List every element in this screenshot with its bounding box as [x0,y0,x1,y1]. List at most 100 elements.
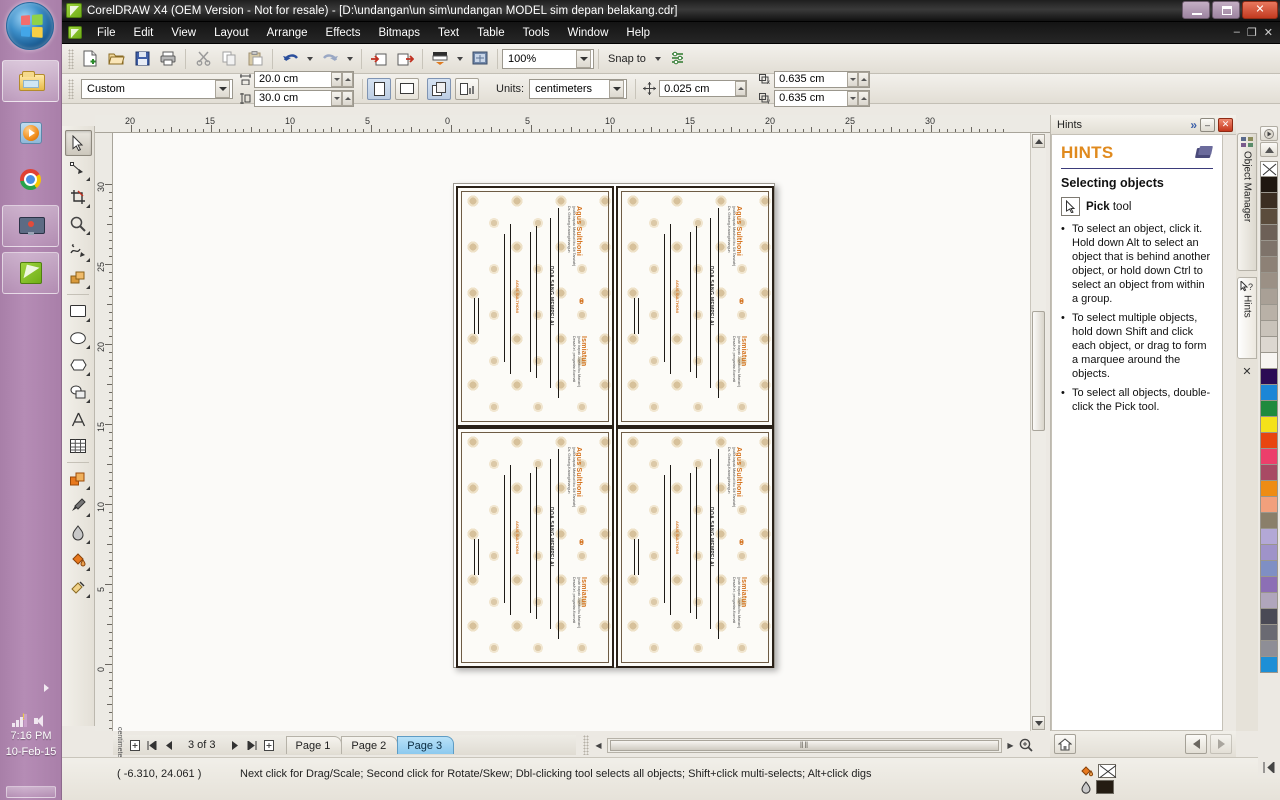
portrait-orientation-button[interactable] [367,77,391,100]
palette-swatch[interactable] [1260,433,1278,449]
palette-swatch[interactable] [1260,417,1278,433]
show-desktop-button[interactable] [6,786,56,798]
crop-tool[interactable] [65,184,92,210]
vertical-scroll-thumb[interactable] [1032,311,1045,431]
invitation-card-2[interactable]: Agus Sulthoni (putra bapak Mashuri/ibu S… [616,186,774,427]
palette-swatch[interactable] [1260,225,1278,241]
menu-table[interactable]: Table [468,24,514,42]
palette-expand-button[interactable] [1260,126,1278,141]
hscroll-track[interactable]: ‖‖ [607,737,1002,753]
palette-swatch[interactable] [1260,209,1278,225]
menu-arrange[interactable]: Arrange [258,24,317,42]
volume-speaker-icon[interactable] [34,714,50,728]
book-icon[interactable] [1196,146,1213,160]
palette-swatch[interactable] [1260,577,1278,593]
fill-tool[interactable] [65,547,92,573]
current-page-button[interactable] [455,77,479,100]
rectangle-tool[interactable] [65,298,92,324]
print-button[interactable] [155,47,181,71]
drawing-canvas[interactable]: Agus Sulthoni (putra bapak Mashuri/ibu S… [113,133,1038,731]
palette-swatch[interactable] [1260,561,1278,577]
document-restore-button[interactable]: ❐ [1247,26,1257,39]
page-tab-1[interactable]: Page 1 [285,736,343,754]
menu-file[interactable]: File [88,24,125,42]
nudge-up[interactable] [735,81,747,96]
docker-tab-object-manager[interactable]: Object Manager [1237,133,1257,271]
menu-tools[interactable]: Tools [514,24,559,42]
outline-tool[interactable] [65,520,92,546]
menu-view[interactable]: View [162,24,205,42]
units-dropdown-arrow[interactable] [609,79,625,98]
units-combo[interactable]: centimeters [529,78,628,99]
dup-x-up[interactable] [858,71,870,87]
text-tool[interactable] [65,406,92,432]
scroll-up-button[interactable] [1032,134,1045,148]
property-bar-grip[interactable] [68,78,74,99]
paper-type-dropdown-arrow[interactable] [215,79,230,98]
clock-date[interactable]: 10-Feb-15 [0,744,62,760]
palette-swatch[interactable] [1260,305,1278,321]
palette-swatch[interactable] [1260,513,1278,529]
palette-scroll-bottom[interactable] [1258,757,1280,777]
palette-swatch[interactable] [1260,385,1278,401]
new-document-button[interactable] [77,47,103,71]
menu-text[interactable]: Text [429,24,468,42]
ellipse-tool[interactable] [65,325,92,351]
palette-swatch[interactable] [1260,625,1278,641]
palette-swatch[interactable] [1260,401,1278,417]
canvas-vertical-scrollbar[interactable] [1030,133,1046,731]
document-page[interactable]: Agus Sulthoni (putra bapak Mashuri/ibu S… [453,183,775,668]
vertical-ruler[interactable]: 30 25 20 15 10 5 0 centimeters [95,133,113,731]
palette-swatch[interactable] [1260,353,1278,369]
next-page-button[interactable] [228,738,243,753]
scroll-right-button[interactable]: ▶ [1004,738,1017,753]
menu-bitmaps[interactable]: Bitmaps [369,24,429,42]
palette-swatch[interactable] [1260,593,1278,609]
docker-expand-icon[interactable]: » [1190,118,1197,132]
palette-swatch[interactable] [1260,257,1278,273]
freehand-tool[interactable] [65,238,92,264]
page-height-down[interactable] [331,90,342,106]
docker-tab-hints[interactable]: ? Hints [1237,277,1257,359]
page-width-up[interactable] [342,71,353,87]
paper-type-combo[interactable]: Custom [81,78,233,99]
palette-swatch[interactable] [1260,177,1278,193]
open-document-button[interactable] [103,47,129,71]
smart-fill-tool[interactable] [65,265,92,291]
taskbar-item-screen-capture[interactable] [2,205,59,247]
palette-swatch[interactable] [1260,273,1278,289]
menu-edit[interactable]: Edit [125,24,163,42]
duplicate-distance-y-input[interactable]: 0.635 cm [774,89,871,107]
copy-button[interactable] [216,47,242,71]
palette-swatch[interactable] [1260,337,1278,353]
menu-layout[interactable]: Layout [205,24,258,42]
page-width-down[interactable] [331,71,342,87]
cut-button[interactable] [190,47,216,71]
launcher-dropdown-arrow[interactable] [457,56,463,61]
palette-swatch[interactable] [1260,465,1278,481]
shape-tool[interactable] [65,157,92,183]
scroll-left-button[interactable]: ◀ [592,738,605,753]
invitation-card-3[interactable]: Agus Sulthoni (putra bapak Mashuri/ibu S… [456,427,614,668]
invitation-card-4[interactable]: Agus Sulthoni (putra bapak Mashuri/ibu S… [616,427,774,668]
palette-swatch[interactable] [1260,545,1278,561]
start-button[interactable] [6,2,54,50]
palette-swatch[interactable] [1260,241,1278,257]
palette-swatch[interactable] [1260,657,1278,673]
palette-swatch[interactable] [1260,193,1278,209]
home-button[interactable] [1054,734,1076,754]
previous-page-button[interactable] [161,738,176,753]
palette-swatch[interactable] [1260,321,1278,337]
document-minimize-button[interactable]: – [1234,26,1240,39]
back-button[interactable] [1185,734,1207,754]
table-tool[interactable] [65,433,92,459]
add-page-start-button[interactable] [127,738,142,753]
zoom-level-dropdown-arrow[interactable] [576,49,591,68]
taskbar-overflow-arrow[interactable] [44,684,56,696]
page-width-input[interactable]: 20.0 cm [254,70,354,88]
palette-swatch[interactable] [1260,289,1278,305]
palette-swatch[interactable] [1260,497,1278,513]
all-pages-button[interactable] [427,77,451,100]
network-signal-icon[interactable] [12,712,28,727]
paste-button[interactable] [242,47,268,71]
